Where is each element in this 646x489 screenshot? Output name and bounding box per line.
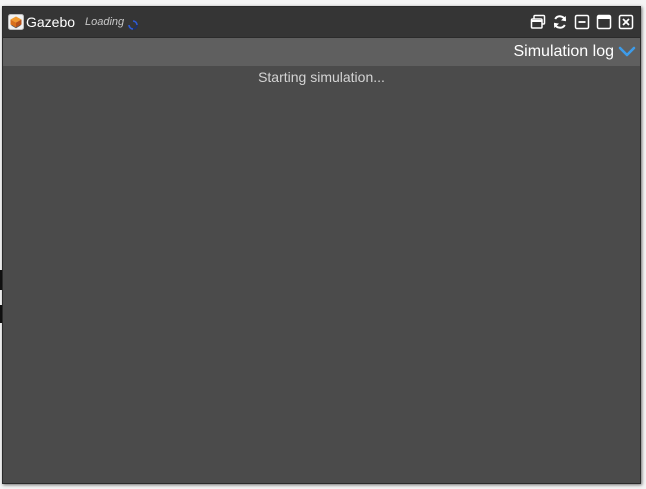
- minimize-icon[interactable]: [574, 14, 590, 30]
- loading-spinner-icon: [128, 17, 138, 30]
- gazebo-logo-icon: [8, 14, 24, 30]
- close-icon[interactable]: [618, 14, 634, 30]
- refresh-icon[interactable]: [552, 14, 568, 30]
- loading-status: Loading: [85, 16, 125, 28]
- chevron-down-icon[interactable]: [618, 44, 636, 60]
- restore-windows-icon[interactable]: [530, 14, 546, 30]
- app-title: Gazebo: [26, 14, 76, 30]
- simulation-log-header[interactable]: Simulation log: [3, 38, 640, 66]
- maximize-icon[interactable]: [596, 14, 612, 30]
- log-message: Starting simulation...: [258, 69, 385, 85]
- window-controls: [530, 14, 634, 30]
- app-window: Gazebo Loading Simulation log Starting s…: [2, 6, 641, 484]
- title-bar[interactable]: Gazebo Loading: [3, 7, 640, 38]
- simulation-log-body: Starting simulation...: [3, 66, 640, 483]
- simulation-log-title[interactable]: Simulation log: [514, 43, 615, 61]
